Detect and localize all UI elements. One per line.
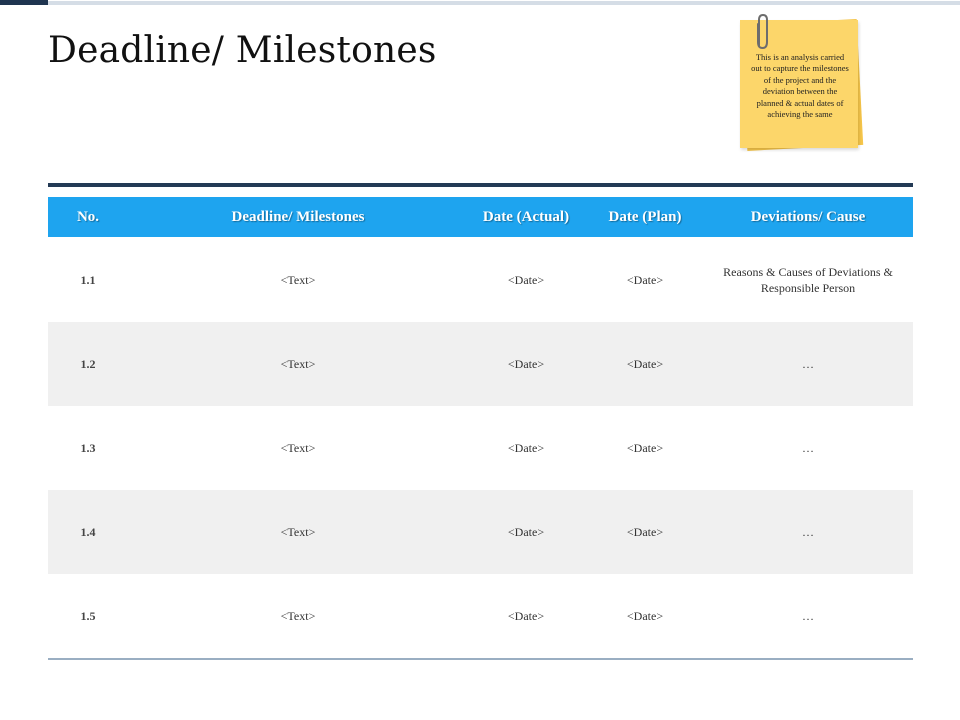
top-decor-bar [0,0,960,5]
table-header-row: No. Deadline/ Milestones Date (Actual) D… [48,197,913,237]
row-date-plan: <Date> [626,609,664,623]
paperclip-icon [757,13,768,50]
row-number: 1.4 [80,525,96,539]
table-row: 1.1 <Text> <Date> <Date> Reasons & Cause… [48,238,913,322]
page-title: Deadline/ Milestones [48,30,437,71]
header-date-plan: Date (Plan) [608,209,682,225]
header-no: No. [76,209,100,225]
row-number: 1.1 [80,273,96,287]
row-date-actual: <Date> [507,525,545,539]
table-bottom-rule [48,658,913,660]
row-date-plan: <Date> [626,357,664,371]
row-date-actual: <Date> [507,357,545,371]
row-number: 1.3 [80,441,96,455]
header-milestones: Deadline/ Milestones [231,209,365,225]
table-row: 1.3 <Text> <Date> <Date> … [48,406,913,490]
top-rule-line [48,1,960,5]
table-row: 1.5 <Text> <Date> <Date> … [48,574,913,658]
row-milestone: <Text> [280,273,316,287]
top-accent-block [0,0,48,5]
row-number: 1.5 [80,609,96,623]
row-milestone: <Text> [280,609,316,623]
table-row: 1.4 <Text> <Date> <Date> … [48,490,913,574]
row-deviation: Reasons & Causes of Deviations & Respons… [723,265,893,295]
row-date-plan: <Date> [626,525,664,539]
row-date-plan: <Date> [626,273,664,287]
sticky-note: This is an analysis carried out to captu… [736,13,872,156]
row-milestone: <Text> [280,441,316,455]
row-milestone: <Text> [280,525,316,539]
table-row: 1.2 <Text> <Date> <Date> … [48,322,913,406]
sticky-note-text: This is an analysis carried out to captu… [751,52,849,120]
header-deviations: Deviations/ Cause [750,209,866,225]
table-top-rule [48,183,913,187]
row-date-actual: <Date> [507,441,545,455]
row-milestone: <Text> [280,357,316,371]
row-date-plan: <Date> [626,441,664,455]
row-deviation: … [802,441,814,455]
row-deviation: … [802,357,814,371]
row-date-actual: <Date> [507,609,545,623]
row-deviation: … [802,609,814,623]
row-deviation: … [802,525,814,539]
row-date-actual: <Date> [507,273,545,287]
header-date-actual: Date (Actual) [482,209,570,225]
row-number: 1.2 [80,357,96,371]
